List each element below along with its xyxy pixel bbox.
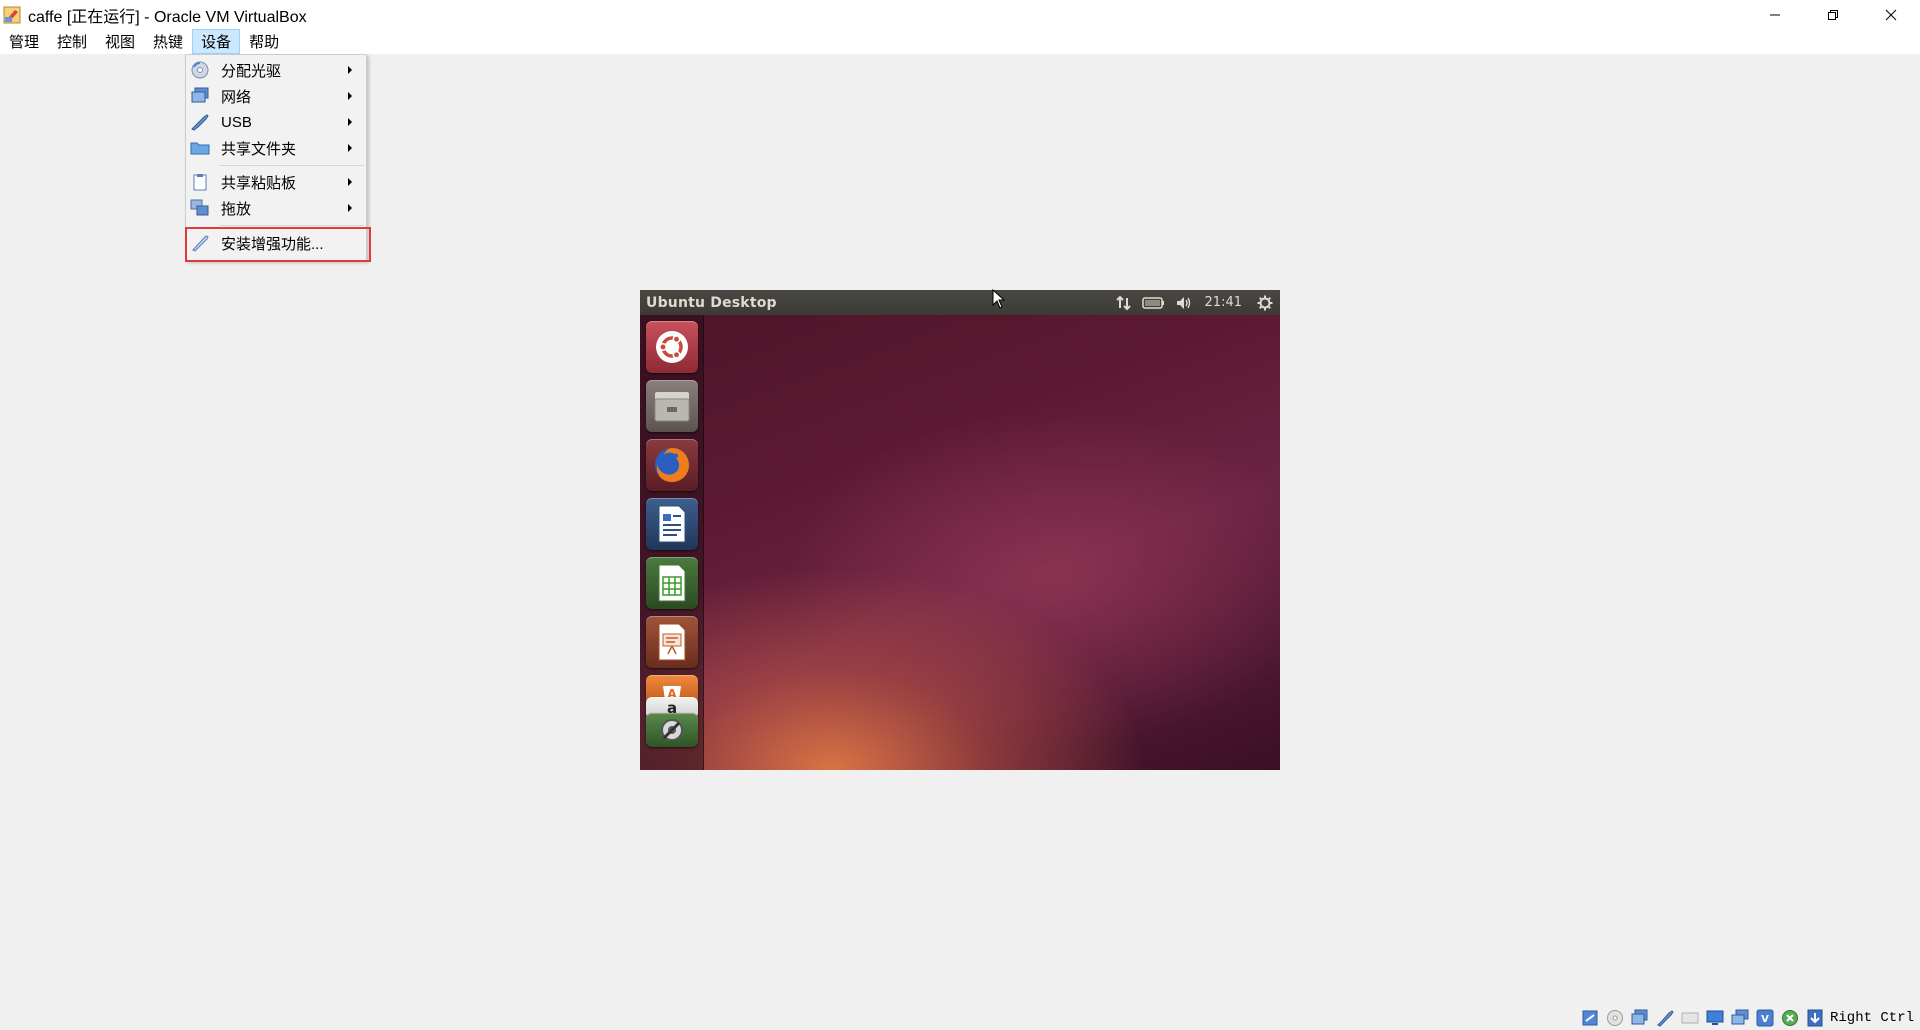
network-indicator-icon[interactable] (1109, 290, 1139, 315)
submenu-arrow-icon (348, 144, 352, 152)
menu-item-drag-drop[interactable]: 拖放 (186, 195, 366, 221)
mouse-integration-status-icon[interactable] (1779, 1008, 1801, 1028)
usb-status-icon[interactable] (1654, 1008, 1676, 1028)
svg-text:V: V (1761, 1014, 1769, 1025)
menu-item-label: 拖放 (221, 200, 252, 218)
close-button[interactable] (1862, 0, 1920, 29)
files-icon[interactable] (646, 380, 698, 432)
optical-drive-status-icon[interactable] (1604, 1008, 1626, 1028)
firefox-icon[interactable] (646, 439, 698, 491)
menu-control[interactable]: 控制 (48, 29, 96, 54)
mouse-cursor-icon (992, 288, 1006, 314)
title-bar: caffe [正在运行] - Oracle VM VirtualBox (0, 0, 1920, 29)
battery-indicator-icon[interactable] (1139, 290, 1169, 315)
host-key-label: Right Ctrl (1829, 1009, 1914, 1026)
menu-item-usb[interactable]: USB (186, 109, 366, 135)
clock[interactable]: 21:41 (1199, 295, 1250, 310)
menu-item-optical-drive[interactable]: 分配光驱 (186, 57, 366, 83)
submenu-arrow-icon (348, 66, 352, 74)
volume-indicator-icon[interactable] (1169, 290, 1199, 315)
submenu-arrow-icon (348, 204, 352, 212)
usb-icon (190, 113, 210, 131)
menu-bar: 管理 控制 视图 热键 设备 帮助 (0, 29, 1920, 54)
session-gear-icon[interactable] (1250, 290, 1280, 315)
ubuntu-launcher: A a (640, 315, 704, 770)
vm-display[interactable]: Ubuntu Desktop 21:41 A a (640, 290, 1280, 770)
menu-item-label: 共享文件夹 (221, 140, 297, 158)
shared-folder-icon (190, 139, 210, 157)
menu-item-shared-folders[interactable]: 共享文件夹 (186, 135, 366, 161)
menu-item-label: 分配光驱 (221, 62, 282, 80)
highlight-annotation-box (185, 227, 371, 262)
vm-status-bar: V Right Ctrl (1576, 1005, 1920, 1030)
virtualbox-app-icon (3, 5, 23, 25)
drag-drop-icon (190, 199, 210, 217)
menu-view[interactable]: 视图 (96, 29, 144, 54)
display-status-icon[interactable] (1704, 1008, 1726, 1028)
keyboard-capture-status-icon[interactable] (1804, 1008, 1826, 1028)
hard-disk-status-icon[interactable] (1579, 1008, 1601, 1028)
restore-button[interactable] (1804, 0, 1862, 29)
libreoffice-writer-icon[interactable] (646, 498, 698, 550)
libreoffice-impress-icon[interactable] (646, 616, 698, 668)
submenu-arrow-icon (348, 118, 352, 126)
panel-title: Ubuntu Desktop (646, 294, 777, 311)
menu-hotkeys[interactable]: 热键 (144, 29, 192, 54)
submenu-arrow-icon (348, 92, 352, 100)
clipboard-icon (190, 173, 210, 191)
menu-separator (219, 165, 364, 166)
libreoffice-calc-icon[interactable] (646, 557, 698, 609)
system-settings-icon[interactable] (646, 713, 698, 747)
close-icon (1885, 9, 1897, 20)
menu-item-label: USB (221, 113, 252, 131)
ubuntu-top-panel: Ubuntu Desktop 21:41 (640, 290, 1280, 315)
menu-item-shared-clipboard[interactable]: 共享粘贴板 (186, 169, 366, 195)
menu-devices[interactable]: 设备 (192, 29, 241, 54)
optical-drive-icon (190, 61, 210, 79)
menu-item-label: 网络 (221, 88, 252, 106)
minimize-button[interactable] (1746, 0, 1804, 29)
network-status-icon[interactable] (1729, 1008, 1751, 1028)
menu-help[interactable]: 帮助 (240, 29, 288, 54)
window-title: caffe [正在运行] - Oracle VM VirtualBox (28, 8, 307, 26)
minimize-icon (1770, 14, 1780, 15)
restore-icon (1828, 9, 1838, 20)
menu-item-network[interactable]: 网络 (186, 83, 366, 109)
vt-x-status-icon[interactable]: V (1754, 1008, 1776, 1028)
menu-separator (219, 225, 364, 226)
submenu-arrow-icon (348, 178, 352, 186)
menu-item-label: 共享粘贴板 (221, 174, 297, 192)
menu-manage[interactable]: 管理 (0, 29, 48, 54)
audio-status-icon[interactable] (1629, 1008, 1651, 1028)
shared-folders-status-icon[interactable] (1679, 1008, 1701, 1028)
ubuntu-dash-icon[interactable] (646, 321, 698, 373)
network-icon (190, 87, 210, 105)
